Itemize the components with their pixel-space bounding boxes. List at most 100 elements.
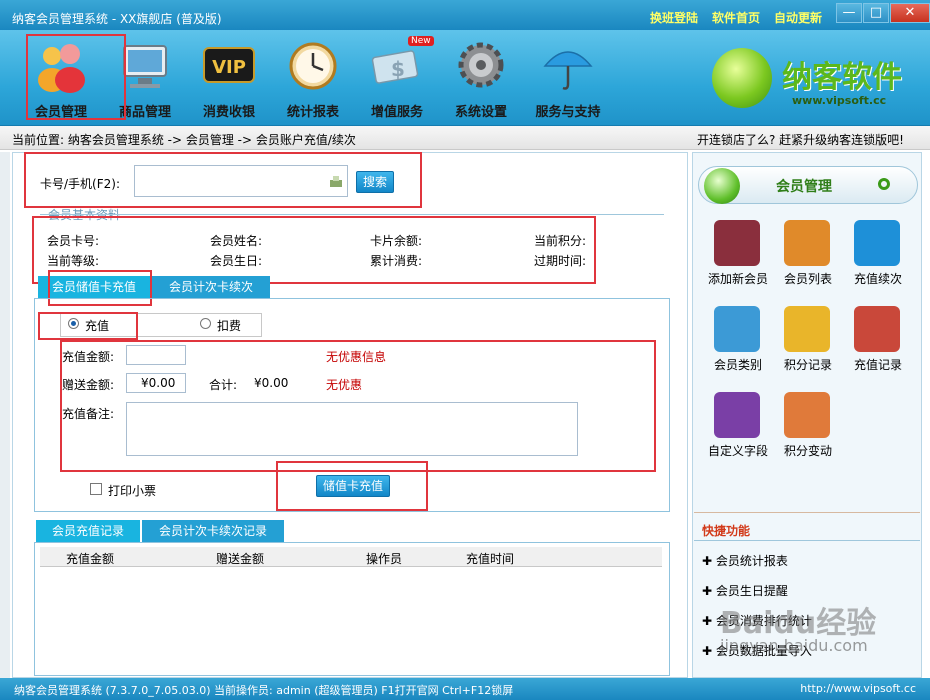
logo-text: 纳客软件 xyxy=(782,60,902,95)
side-member-list[interactable]: 会员列表 xyxy=(773,270,843,287)
card-reader-icon[interactable] xyxy=(329,174,343,188)
new-badge: New xyxy=(408,36,434,46)
left-strip xyxy=(0,152,10,678)
quick-member-report[interactable]: 会员统计报表 xyxy=(716,554,788,568)
discount-none: 无优惠 xyxy=(326,378,363,392)
close-button[interactable]: ✕ xyxy=(890,3,930,23)
search-button[interactable]: 搜索 xyxy=(356,171,394,193)
column-operator[interactable]: 操作员 xyxy=(366,550,402,567)
auto-update-link[interactable]: 自动更新 xyxy=(774,9,822,26)
upgrade-promo-link[interactable]: 开连锁店了么? 赶紧升级纳客连锁版吧! xyxy=(697,131,904,148)
member-list-icon[interactable] xyxy=(784,220,830,266)
side-add-member[interactable]: 添加新会员 xyxy=(703,270,773,287)
toolbar-member-management[interactable]: 会员管理 xyxy=(24,34,98,120)
divider xyxy=(694,512,920,513)
print-receipt-label: 打印小票 xyxy=(108,484,157,498)
print-receipt-checkbox[interactable] xyxy=(90,483,102,495)
dollar-icon[interactable] xyxy=(854,220,900,266)
quick-title: 快捷功能 xyxy=(702,524,751,538)
side-points-change[interactable]: 积分变动 xyxy=(773,442,843,459)
divider xyxy=(694,540,920,541)
member-birthday-label: 会员生日: xyxy=(210,254,263,268)
total-consumption-label: 累计消费: xyxy=(370,254,423,268)
amount-input[interactable] xyxy=(126,345,186,365)
grid-header: 充值金额 赠送金额 操作员 充值时间 xyxy=(40,547,662,567)
status-bar: 纳客会员管理系统 (7.3.7.0_7.05.03.0) 当前操作员: admi… xyxy=(0,678,930,700)
minimize-button[interactable]: — xyxy=(836,3,862,23)
card-number-label: 会员卡号: xyxy=(47,234,100,248)
breadcrumb: 当前位置: 纳客会员管理系统 -> 会员管理 -> 会员账户充值/续次 xyxy=(12,133,356,147)
maximize-button[interactable]: □ xyxy=(863,3,889,23)
divider xyxy=(40,214,664,215)
quick-item[interactable]: ✚ 会员统计报表 xyxy=(702,552,788,569)
tab-count-card-renew[interactable]: 会员计次卡续次 xyxy=(152,276,270,298)
card-search-input[interactable] xyxy=(134,165,348,197)
expire-time-label: 过期时间: xyxy=(534,254,587,268)
vip-icon: VIP xyxy=(203,47,255,83)
side-points-record[interactable]: 积分记录 xyxy=(773,356,843,373)
toolbar-reports[interactable]: 统计报表 xyxy=(276,34,350,120)
baidu-watermark-url: jingyan.baidu.com xyxy=(720,636,868,655)
toolbar-label: 统计报表 xyxy=(286,105,339,120)
toggle-icon[interactable] xyxy=(878,178,890,190)
total-label: 合计: xyxy=(209,378,238,392)
refresh-icon[interactable] xyxy=(784,392,830,438)
add-member-icon[interactable] xyxy=(714,220,760,266)
toolbar-label: 服务与支持 xyxy=(535,105,601,120)
toolbar-goods-management[interactable]: 商品管理 xyxy=(108,34,182,120)
svg-text:VIP: VIP xyxy=(212,57,246,78)
member-icon xyxy=(38,44,85,93)
stored-value-recharge-button[interactable]: 储值卡充值 xyxy=(316,475,390,497)
clock-report-icon xyxy=(289,42,337,90)
logo-icon xyxy=(712,48,772,108)
svg-text:$: $ xyxy=(391,57,405,81)
toolbar-value-added[interactable]: $ New 增值服务 xyxy=(360,34,434,120)
tab-stored-value-recharge[interactable]: 会员储值卡充值 xyxy=(38,276,150,298)
column-recharge-amount[interactable]: 充值金额 xyxy=(66,550,114,567)
card-balance-label: 卡片余额: xyxy=(370,234,423,248)
toolbar-label: 消费收银 xyxy=(202,105,255,120)
side-recharge[interactable]: 充值续次 xyxy=(843,270,913,287)
gear-icon xyxy=(458,42,504,88)
toolbar-label: 商品管理 xyxy=(118,105,171,120)
bonus-input[interactable]: ¥0.00 xyxy=(126,373,186,393)
remark-label: 充值备注: xyxy=(62,407,115,421)
side-member-category[interactable]: 会员类别 xyxy=(703,356,773,373)
toolbar-label: 增值服务 xyxy=(370,105,423,120)
deduct-option-label: 扣费 xyxy=(217,319,242,333)
pin-icon[interactable] xyxy=(714,392,760,438)
current-level-label: 当前等级: xyxy=(47,254,100,268)
side-custom-field[interactable]: 自定义字段 xyxy=(703,442,773,459)
column-bonus-amount[interactable]: 赠送金额 xyxy=(216,550,264,567)
member-name-label: 会员姓名: xyxy=(210,234,263,248)
discount-info: 无优惠信息 xyxy=(326,350,387,364)
deduct-radio[interactable] xyxy=(200,318,211,329)
current-points-label: 当前积分: xyxy=(534,234,587,248)
column-recharge-time[interactable]: 充值时间 xyxy=(466,550,514,567)
quick-birthday-reminder[interactable]: 会员生日提醒 xyxy=(716,584,788,598)
quick-item[interactable]: ✚ 会员生日提醒 xyxy=(702,582,788,599)
tab-recharge-records[interactable]: 会员充值记录 xyxy=(36,520,140,542)
recharge-radio[interactable] xyxy=(68,318,79,329)
home-link[interactable]: 软件首页 xyxy=(712,9,760,26)
truck-icon[interactable] xyxy=(784,306,830,352)
door-icon[interactable] xyxy=(714,306,760,352)
search-record-icon[interactable] xyxy=(854,306,900,352)
logo-url: www.vipsoft.cc xyxy=(792,94,887,107)
total-value: ¥0.00 xyxy=(254,376,289,390)
status-text: 纳客会员管理系统 (7.3.7.0_7.05.03.0) 当前操作员: admi… xyxy=(14,684,514,697)
status-orb-icon xyxy=(704,168,740,204)
title-bar: 纳客会员管理系统 - XX旗舰店 (普及版) 换班登陆 软件首页 自动更新 — … xyxy=(0,0,930,30)
toolbar-system-settings[interactable]: 系统设置 xyxy=(444,34,518,120)
switch-shift-link[interactable]: 换班登陆 xyxy=(650,9,698,26)
tab-renew-records[interactable]: 会员计次卡续次记录 xyxy=(142,520,284,542)
umbrella-icon xyxy=(543,51,593,90)
window-title: 纳客会员管理系统 - XX旗舰店 (普及版) xyxy=(12,12,222,26)
toolbar-support[interactable]: 服务与支持 xyxy=(528,34,608,120)
breadcrumb-bar: 当前位置: 纳客会员管理系统 -> 会员管理 -> 会员账户充值/续次 开连锁店… xyxy=(0,126,930,150)
side-recharge-record[interactable]: 充值记录 xyxy=(843,356,913,373)
toolbar-consumption[interactable]: VIP 消费收银 xyxy=(192,34,266,120)
main-toolbar: 会员管理 商品管理 VIP 消费收银 统计报表 $ New 增值服务 系统设置 … xyxy=(0,30,930,126)
status-url[interactable]: http://www.vipsoft.cc xyxy=(800,682,916,695)
remark-textarea[interactable] xyxy=(126,402,578,456)
